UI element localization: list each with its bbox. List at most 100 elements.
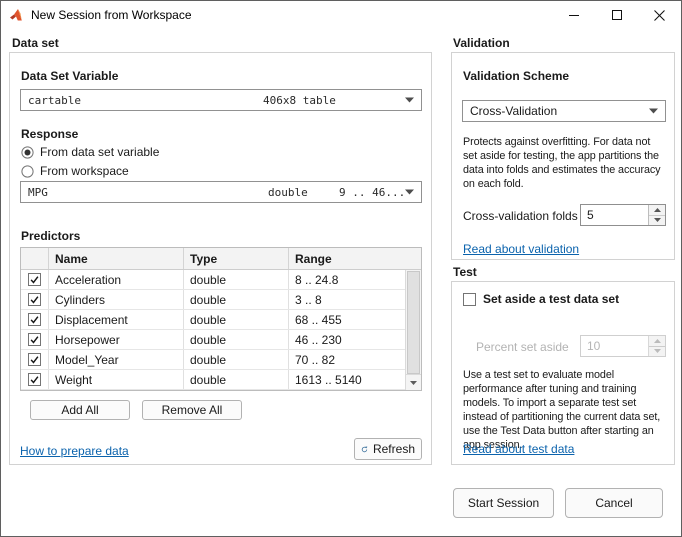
percent-set-aside-label: Percent set aside: [476, 340, 569, 354]
radio-from-workspace-label: From workspace: [40, 164, 129, 178]
dataset-groupbox: Data Set Variable cartable 406x8 table R…: [9, 52, 432, 465]
percent-set-aside-spinner: 10: [580, 335, 666, 357]
spinner-up-button[interactable]: [649, 205, 665, 216]
radio-from-workspace[interactable]: From workspace: [21, 164, 129, 178]
response-variable-type: double: [268, 186, 308, 199]
minimize-button[interactable]: [552, 1, 595, 29]
cv-folds-value: 5: [581, 205, 648, 225]
minimize-icon: [569, 10, 579, 20]
radio-unselected-icon: [21, 165, 34, 178]
predictor-row[interactable]: Model_Year double 70 .. 82: [21, 350, 406, 370]
predictor-range: 1613 .. 5140: [289, 370, 406, 389]
predictor-checkbox[interactable]: [28, 333, 41, 346]
maximize-button[interactable]: [595, 1, 638, 29]
spinner-down-button[interactable]: [649, 216, 665, 226]
col-header-name[interactable]: Name: [49, 248, 184, 269]
radio-from-dataset-label: From data set variable: [40, 145, 159, 159]
col-header-type[interactable]: Type: [184, 248, 289, 269]
response-variable-value: MPG: [28, 186, 48, 199]
predictors-label: Predictors: [21, 229, 80, 243]
new-session-dialog: New Session from Workspace Data set Data…: [0, 0, 682, 537]
validation-groupbox: Validation Scheme Cross-Validation Prote…: [451, 52, 675, 260]
validation-description: Protects against overfitting. For data n…: [463, 135, 667, 191]
spinner-up-icon: [654, 339, 661, 343]
predictor-row[interactable]: Cylinders double 3 .. 8: [21, 290, 406, 310]
predictor-type: double: [184, 290, 289, 309]
predictor-type: double: [184, 270, 289, 289]
how-to-prepare-data-link[interactable]: How to prepare data: [20, 444, 129, 458]
add-all-button[interactable]: Add All: [30, 400, 130, 420]
radio-from-dataset[interactable]: From data set variable: [21, 145, 159, 159]
test-checkbox[interactable]: [463, 293, 476, 306]
window-controls: [552, 1, 681, 29]
test-description: Use a test set to evaluate model perform…: [463, 368, 669, 452]
predictor-checkbox[interactable]: [28, 273, 41, 286]
response-variable-dropdown[interactable]: MPG double 9 .. 46...: [20, 181, 422, 203]
spinner-down-icon: [654, 349, 661, 353]
predictor-name: Horsepower: [49, 330, 184, 349]
predictors-table: Name Type Range Acceleration double 8 ..…: [20, 247, 422, 391]
spinner-up-button: [649, 336, 665, 347]
refresh-button-label: Refresh: [373, 442, 415, 456]
maximize-icon: [612, 10, 622, 20]
check-icon: [29, 334, 40, 345]
start-session-button[interactable]: Start Session: [453, 488, 554, 518]
predictor-name: Weight: [49, 370, 184, 389]
check-icon: [29, 274, 40, 285]
scrollbar-thumb[interactable]: [407, 271, 420, 374]
matlab-icon: [9, 7, 25, 23]
cv-folds-label: Cross-validation folds: [463, 209, 578, 223]
predictor-checkbox[interactable]: [28, 293, 41, 306]
col-header-range[interactable]: Range: [289, 248, 421, 269]
table-scrollbar[interactable]: [405, 270, 421, 390]
scroll-down-button[interactable]: [406, 374, 421, 390]
check-icon: [29, 374, 40, 385]
data-set-variable-label: Data Set Variable: [21, 69, 118, 83]
read-about-test-data-link[interactable]: Read about test data: [463, 442, 574, 456]
data-set-variable-dropdown[interactable]: cartable 406x8 table: [20, 89, 422, 111]
spinner-up-icon: [654, 208, 661, 212]
predictor-range: 70 .. 82: [289, 350, 406, 369]
validation-scheme-label: Validation Scheme: [463, 69, 569, 83]
scroll-down-icon: [410, 381, 417, 385]
remove-all-button[interactable]: Remove All: [142, 400, 242, 420]
dialog-body: Data set Data Set Variable cartable 406x…: [1, 29, 681, 536]
refresh-button[interactable]: Refresh: [354, 438, 422, 460]
predictor-name: Displacement: [49, 310, 184, 329]
predictor-range: 8 .. 24.8: [289, 270, 406, 289]
test-checkbox-label: Set aside a test data set: [483, 292, 619, 306]
predictor-type: double: [184, 350, 289, 369]
refresh-icon: [361, 443, 368, 456]
predictor-row[interactable]: Weight double 1613 .. 5140: [21, 370, 406, 390]
validation-scheme-dropdown[interactable]: Cross-Validation: [462, 100, 666, 122]
response-label: Response: [21, 127, 78, 141]
test-section-label: Test: [453, 265, 477, 279]
close-button[interactable]: [638, 1, 681, 29]
table-header-row: Name Type Range: [21, 248, 421, 270]
predictor-checkbox[interactable]: [28, 373, 41, 386]
cancel-button[interactable]: Cancel: [565, 488, 663, 518]
radio-selected-icon: [21, 146, 34, 159]
predictor-row[interactable]: Displacement double 68 .. 455: [21, 310, 406, 330]
set-aside-test-checkbox-row[interactable]: Set aside a test data set: [463, 292, 619, 306]
col-header-checkbox: [21, 248, 49, 269]
predictor-name: Cylinders: [49, 290, 184, 309]
predictor-type: double: [184, 370, 289, 389]
predictor-type: double: [184, 310, 289, 329]
predictor-row[interactable]: Horsepower double 46 .. 230: [21, 330, 406, 350]
validation-section-label: Validation: [453, 36, 510, 50]
cv-folds-spinner[interactable]: 5: [580, 204, 666, 226]
spinner-down-icon: [654, 218, 661, 222]
predictor-type: double: [184, 330, 289, 349]
predictor-range: 3 .. 8: [289, 290, 406, 309]
predictor-checkbox[interactable]: [28, 353, 41, 366]
predictor-range: 68 .. 455: [289, 310, 406, 329]
spinner-down-button: [649, 347, 665, 357]
window-title: New Session from Workspace: [31, 8, 192, 22]
predictor-checkbox[interactable]: [28, 313, 41, 326]
chevron-down-icon: [649, 109, 658, 114]
predictor-name: Acceleration: [49, 270, 184, 289]
close-icon: [654, 10, 665, 21]
predictor-row[interactable]: Acceleration double 8 .. 24.8: [21, 270, 406, 290]
read-about-validation-link[interactable]: Read about validation: [463, 242, 579, 256]
